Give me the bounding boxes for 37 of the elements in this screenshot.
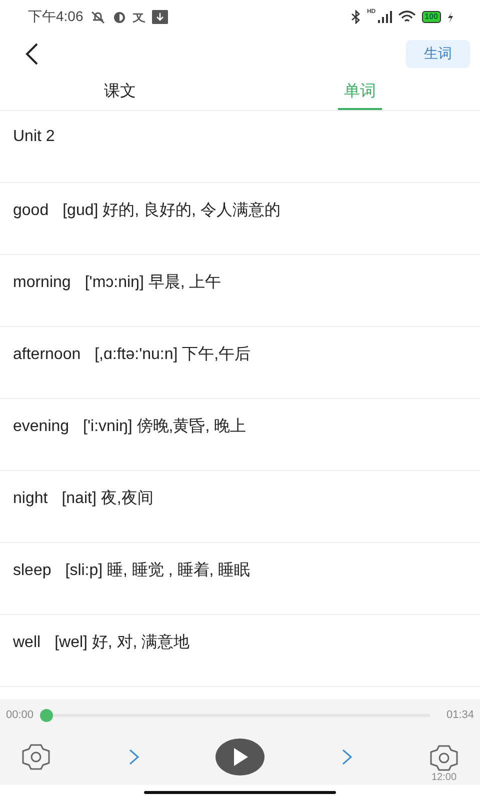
download-icon — [152, 10, 168, 24]
elapsed-time: 00:00 — [6, 709, 34, 721]
word-text[interactable]: sleep — [13, 562, 52, 582]
circle-icon — [113, 10, 126, 24]
total-time: 01:34 — [446, 709, 474, 721]
play-icon[interactable] — [215, 738, 265, 776]
wifi-icon — [398, 10, 416, 24]
status-time: 下午4:06 — [28, 8, 84, 26]
settings-icon[interactable] — [20, 743, 52, 771]
progress-thumb[interactable] — [40, 708, 53, 722]
word-definition: [sli:p] 睡, 睡觉 , 睡着, 睡眠 — [65, 560, 250, 580]
battery-level: 100 — [422, 11, 441, 23]
word-definition: ['i:vniŋ] 傍晚,黄昏, 晚上 — [83, 416, 246, 436]
unit-heading: Unit 2 — [13, 128, 55, 147]
word-definition: [nait] 夜,夜间 — [62, 488, 154, 508]
timer-icon[interactable] — [428, 744, 460, 772]
charging-icon — [447, 12, 454, 22]
bluetooth-icon — [350, 10, 361, 24]
word-definition: [,ɑ:ftə:'nu:n] 下午,午后 — [94, 344, 251, 364]
word-text[interactable]: morning — [13, 274, 71, 294]
word-text[interactable]: evening — [13, 418, 70, 438]
timer-label: 12:00 — [431, 772, 457, 782]
word-text[interactable]: night — [13, 490, 48, 510]
word-definition: [gud] 好的, 良好的, 令人满意的 — [62, 200, 280, 220]
signal-icon — [378, 11, 392, 23]
word-text[interactable]: afternoon — [13, 346, 81, 366]
word-definition: ['mɔ:niŋ] 早晨, 上午 — [84, 272, 222, 292]
word-text[interactable]: well — [13, 634, 41, 654]
vocabulary-button[interactable]: 生词 — [406, 40, 470, 68]
next-icon[interactable] — [342, 749, 352, 765]
word-text[interactable]: good — [13, 202, 49, 222]
word-definition: [wel] 好, 对, 满意地 — [54, 632, 190, 652]
tab[interactable]: 课文 — [98, 74, 142, 110]
mute-icon — [89, 10, 108, 24]
next-icon[interactable] — [128, 749, 138, 765]
back-icon[interactable] — [25, 43, 39, 65]
translate-icon — [132, 10, 146, 24]
